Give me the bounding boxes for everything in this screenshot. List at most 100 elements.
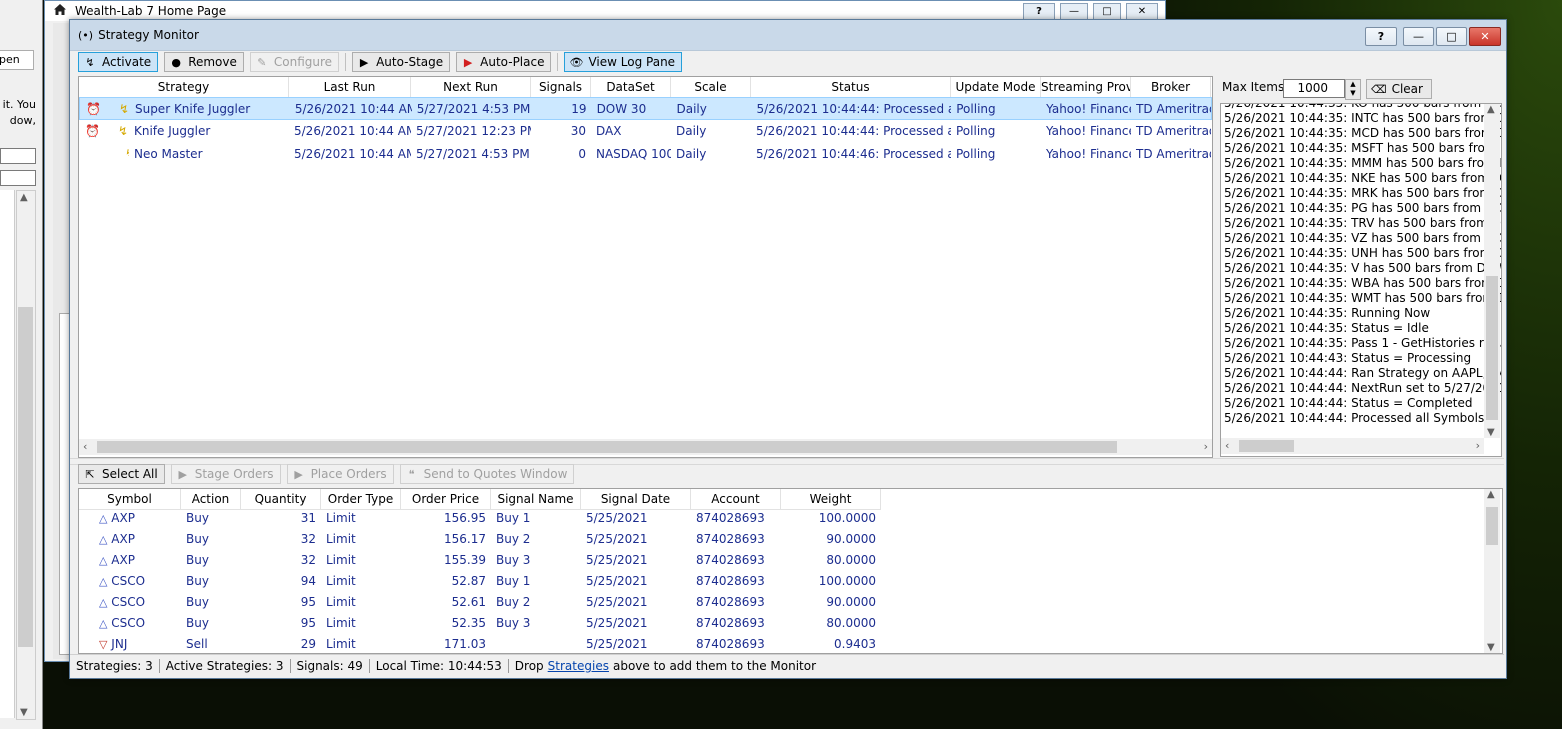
scroll-up-icon[interactable]: ▲ (1487, 104, 1495, 115)
weight: 80.0000 (826, 553, 876, 567)
scale: Daily (676, 102, 707, 116)
col-last-run[interactable]: Last Run (289, 77, 411, 97)
max-items-spinner[interactable]: ▲ ▼ (1345, 79, 1361, 100)
scroll-down-icon[interactable]: ▼ (1487, 642, 1495, 653)
auto-stage-button[interactable]: ▶ Auto-Stage (352, 52, 451, 72)
col-strategy[interactable]: Strategy (79, 77, 289, 97)
scroll-down-icon[interactable]: ▼ (20, 707, 28, 718)
order-type: Limit (326, 574, 356, 588)
strategies-link[interactable]: Strategies (544, 659, 609, 673)
minimize-button[interactable]: — (1403, 27, 1434, 46)
scroll-right-icon[interactable]: › (1476, 438, 1480, 454)
scroll-left-icon[interactable]: ‹ (1225, 438, 1229, 454)
col-status[interactable]: Status (751, 77, 951, 97)
maximize-button[interactable]: □ (1436, 27, 1467, 46)
update-mode: Polling (956, 124, 996, 138)
order-action: Buy (186, 532, 209, 546)
order-row[interactable]: ▽ JNJ Sell 29 Limit 171.03 5/25/2021 874… (79, 634, 1484, 653)
left-input-2[interactable] (0, 170, 36, 186)
symbol-text: JNJ (111, 637, 128, 651)
place-orders-button[interactable]: ▶ Place Orders (286, 464, 394, 484)
col-streaming[interactable]: Streaming Provid (1041, 77, 1131, 97)
order-row[interactable]: △ CSCO Buy 94 Limit 52.87 Buy 1 5/25/202… (79, 571, 1484, 592)
order-type: Limit (326, 511, 356, 525)
log-hscrollbar[interactable]: ‹ › (1221, 438, 1484, 454)
col-update-mode[interactable]: Update Mode (951, 77, 1041, 97)
orders-grid[interactable]: Symbol Action Quantity Order Type Order … (78, 488, 1503, 654)
scroll-up-icon[interactable]: ▲ (20, 192, 28, 203)
buy-arrow-icon: △ (99, 617, 108, 630)
clear-button[interactable]: ⌫ Clear (1366, 79, 1432, 99)
col-signal-date[interactable]: Signal Date (581, 489, 691, 509)
strategy-row[interactable]: ⏰ ↯ Super Knife Juggler 5/26/2021 10:44 A… (79, 97, 1212, 120)
vscroll-thumb[interactable] (1486, 507, 1498, 545)
send-to-quotes-button[interactable]: ❝ Send to Quotes Window (399, 464, 575, 484)
scroll-right-icon[interactable]: › (1204, 439, 1208, 455)
auto-place-button[interactable]: ▶ Auto-Place (456, 52, 552, 72)
next-run: 5/27/2021 12:23 PM (416, 124, 531, 138)
col-action[interactable]: Action (181, 489, 241, 509)
log-vscrollbar[interactable]: ▲ ▼ (1484, 104, 1500, 438)
symbol-text: AXP (111, 532, 135, 546)
order-row[interactable]: △ CSCO Buy 95 Limit 52.35 Buy 3 5/25/202… (79, 613, 1484, 634)
close-button[interactable]: ✕ (1469, 27, 1501, 46)
log-line: 5/26/2021 10:44:35: MSFT has 500 bars fr… (1224, 141, 1502, 155)
log-line: 5/26/2021 10:44:35: WMT has 500 bars fro… (1224, 291, 1501, 305)
account: 874028693 (696, 532, 765, 546)
log-pane: Max Items: 1000 ▲ ▼ ⌫ Clear 5/26/2021 10:… (1218, 76, 1502, 457)
stage-orders-label: Stage Orders (194, 467, 274, 481)
open-button[interactable]: pen (0, 50, 34, 70)
activate-button[interactable]: ↯ Activate (78, 52, 159, 72)
col-signal-name[interactable]: Signal Name (491, 489, 581, 509)
scroll-down-icon[interactable]: ▼ (1487, 427, 1495, 438)
symbol-text: AXP (111, 511, 135, 525)
col-next-run[interactable]: Next Run (411, 77, 531, 97)
scroll-left-icon[interactable]: ‹ (83, 439, 87, 455)
order-row[interactable]: △ AXP Buy 32 Limit 156.17 Buy 2 5/25/202… (79, 529, 1484, 550)
col-dataset[interactable]: DataSet (591, 77, 671, 97)
col-order-price[interactable]: Order Price (401, 489, 491, 509)
log-list[interactable]: 5/26/2021 10:44:35: KO has 500 bars from… (1220, 103, 1502, 457)
play-red-icon: ▶ (463, 55, 473, 69)
strategies-hscrollbar[interactable]: ‹ › (79, 439, 1212, 455)
strategies-grid[interactable]: Strategy Last Run Next Run Signals DataS… (78, 76, 1213, 458)
col-scale[interactable]: Scale (671, 77, 751, 97)
hscroll-thumb[interactable] (1239, 440, 1294, 452)
symbol-text: AXP (111, 553, 135, 567)
stage-orders-button[interactable]: ▶ Stage Orders (170, 464, 281, 484)
vscroll-thumb[interactable] (1486, 276, 1498, 420)
left-panel-list (0, 190, 15, 718)
order-row[interactable]: △ AXP Buy 32 Limit 155.39 Buy 3 5/25/202… (79, 550, 1484, 571)
scroll-thumb[interactable] (18, 307, 33, 647)
col-broker[interactable]: Broker (1131, 77, 1211, 97)
remove-button[interactable]: ● Remove (164, 52, 244, 72)
col-quantity[interactable]: Quantity (241, 489, 321, 509)
select-cursor-icon: ⇱ (85, 467, 95, 481)
log-line: 5/26/2021 10:44:35: INTC has 500 bars fr… (1224, 111, 1501, 125)
left-vertical-scrollbar[interactable]: ▲ ▼ (16, 190, 36, 720)
configure-button[interactable]: ✎ Configure (249, 52, 340, 72)
view-log-pane-button[interactable]: 👁 View Log Pane (564, 52, 683, 72)
signal-date: 5/25/2021 (586, 616, 648, 630)
col-order-type[interactable]: Order Type (321, 489, 401, 509)
order-type: Limit (326, 553, 356, 567)
strategy-row[interactable]: ↯ Neo Master 5/26/2021 10:44 AM 5/27/202… (79, 143, 1212, 166)
strategy-row[interactable]: ⏰ ↯ Knife Juggler 5/26/2021 10:44 AM 5/27… (79, 120, 1212, 143)
select-all-button[interactable]: ⇱ Select All (78, 464, 165, 484)
col-symbol[interactable]: Symbol (79, 489, 181, 509)
max-items-input[interactable]: 1000 (1283, 79, 1345, 98)
left-input-1[interactable] (0, 148, 36, 164)
help-button[interactable]: ? (1365, 27, 1397, 46)
weight: 80.0000 (826, 616, 876, 630)
scroll-up-icon[interactable]: ▲ (1487, 489, 1495, 500)
orders-vscrollbar[interactable]: ▲ ▼ (1484, 489, 1500, 653)
col-signals[interactable]: Signals (531, 77, 591, 97)
col-account[interactable]: Account (691, 489, 781, 509)
col-weight[interactable]: Weight (781, 489, 881, 509)
order-row[interactable]: △ CSCO Buy 95 Limit 52.61 Buy 2 5/25/202… (79, 592, 1484, 613)
account: 874028693 (696, 637, 765, 651)
order-row[interactable]: △ AXP Buy 31 Limit 156.95 Buy 1 5/25/202… (79, 508, 1484, 529)
hscroll-thumb[interactable] (97, 441, 1117, 453)
toolbar-separator (557, 53, 559, 71)
order-price: 171.03 (444, 637, 486, 651)
